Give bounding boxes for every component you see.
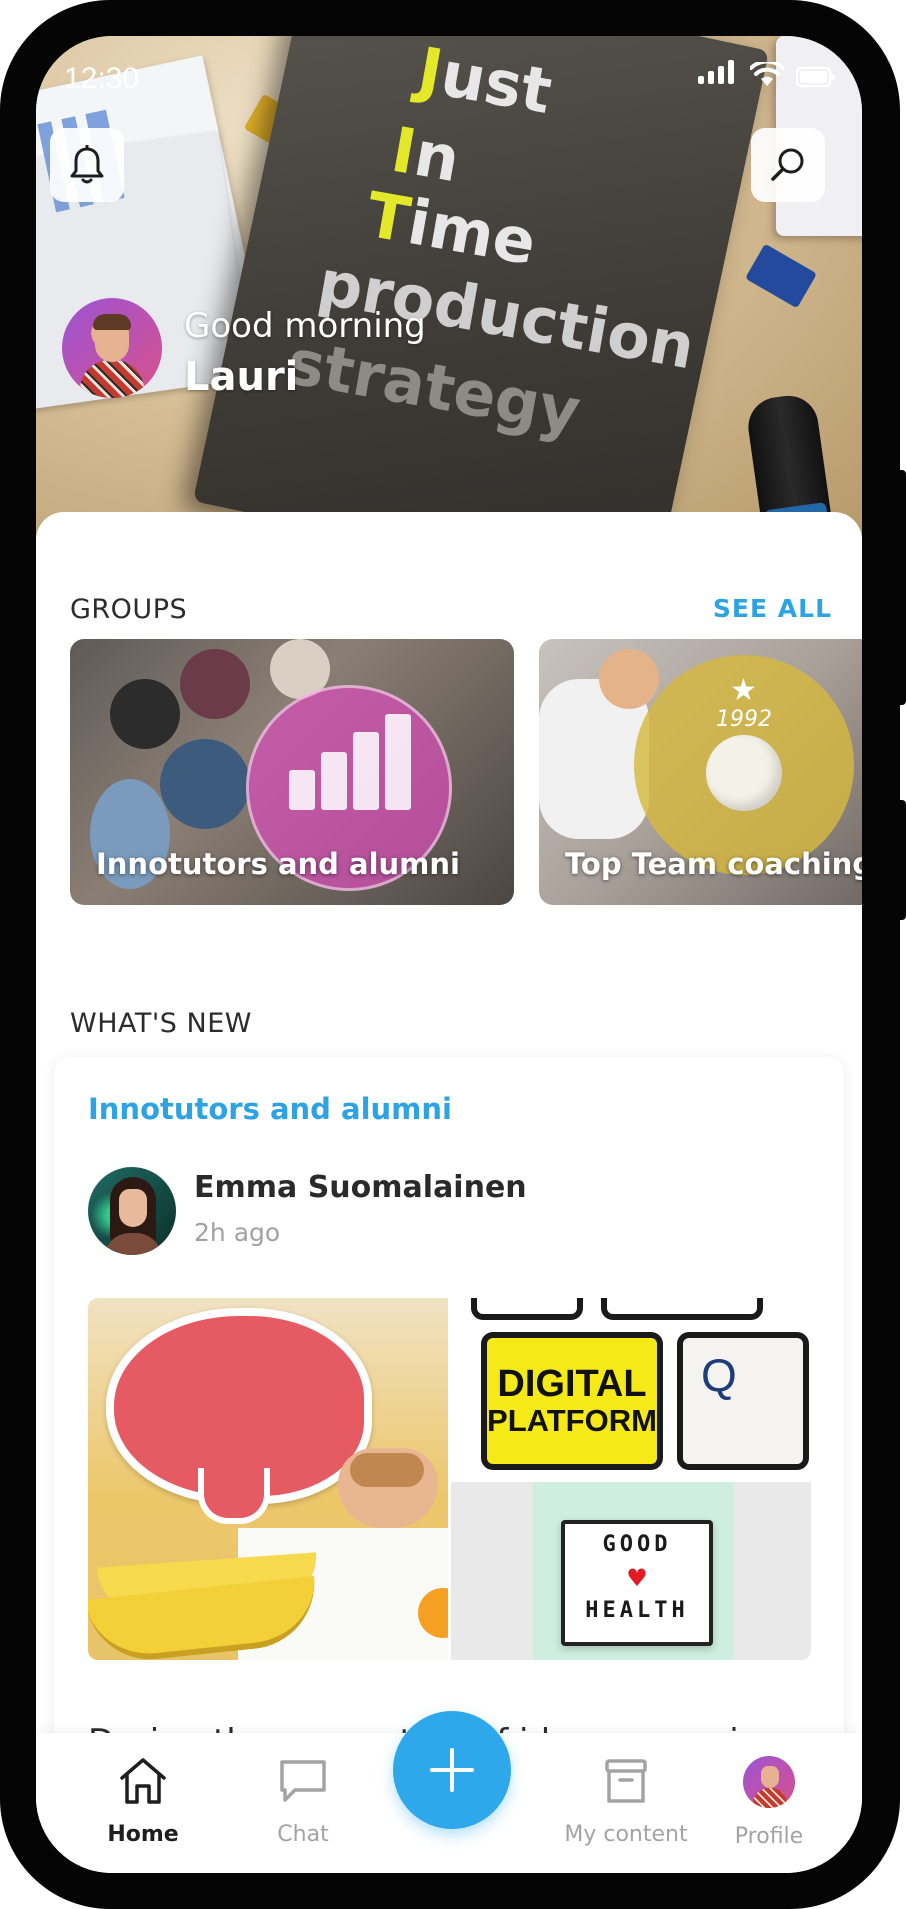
nav-profile-label: Profile	[734, 1824, 804, 1849]
heart-icon: ♥	[626, 1564, 648, 1592]
user-avatar[interactable]	[62, 298, 162, 398]
nav-home-label: Home	[107, 1822, 179, 1847]
side-button-lower	[896, 800, 906, 920]
star-icon: ★	[730, 673, 757, 708]
search-icon	[771, 148, 804, 181]
app-screen: Just In Time production strategy 12:30 G…	[36, 36, 862, 1873]
group-card-innotutors[interactable]: Innotutors and alumni	[70, 639, 514, 905]
add-button[interactable]	[393, 1711, 511, 1829]
nav-my-content[interactable]: My content	[546, 1756, 706, 1847]
wifi-icon	[750, 62, 784, 86]
digital-platform-key: DIGITAL PLATFORM	[481, 1332, 663, 1470]
post-image-digital-platform[interactable]: DIGITAL PLATFORM Q	[451, 1298, 811, 1478]
avatar	[743, 1756, 795, 1808]
nav-chat-label: Chat	[277, 1822, 329, 1847]
post-author-avatar[interactable]	[88, 1167, 176, 1255]
nav-home[interactable]: Home	[78, 1756, 208, 1847]
nav-my-content-label: My content	[564, 1822, 688, 1847]
logo-year: 1992	[716, 707, 772, 732]
group-card-top-team[interactable]: ★ 1992 Top Team coaching	[539, 639, 862, 905]
phone-device: Just In Time production strategy 12:30 G…	[0, 0, 906, 1909]
plus-icon	[430, 1748, 474, 1792]
post-timestamp: 2h ago	[194, 1218, 281, 1247]
group-photo-person	[599, 649, 659, 709]
side-button-upper	[896, 470, 906, 705]
bell-icon	[70, 145, 104, 184]
post-group-link[interactable]: Innotutors and alumni	[88, 1092, 452, 1126]
group-photo-person	[180, 649, 250, 719]
greeting-text: Good morning	[184, 306, 426, 346]
nav-profile[interactable]: Profile	[704, 1756, 834, 1849]
whats-new-title: WHAT'S NEW	[70, 1008, 252, 1039]
group-photo-person	[160, 739, 250, 829]
signal-icon	[698, 60, 738, 88]
binder-clip-blue	[745, 243, 817, 309]
home-icon	[120, 1758, 166, 1804]
chat-icon	[280, 1760, 326, 1802]
group-card-label: Innotutors and alumni	[96, 847, 460, 881]
user-name: Lauri	[184, 354, 299, 400]
q-key: Q	[677, 1332, 809, 1470]
top-team-logo: ★ 1992	[634, 655, 854, 875]
groups-title: GROUPS	[70, 594, 188, 625]
post-image-brain-food[interactable]	[88, 1298, 448, 1660]
good-health-lightbox: GOOD ♥ HEALTH	[561, 1520, 713, 1646]
floorball-icon	[706, 735, 782, 811]
hero-text-in: In	[386, 112, 466, 197]
group-card-label: Top Team coaching	[565, 847, 862, 881]
group-photo-person	[110, 679, 180, 749]
hero-banner-image: Just In Time production strategy 12:30 G…	[36, 36, 862, 536]
see-all-link[interactable]: SEE ALL	[713, 594, 832, 623]
search-button[interactable]	[751, 128, 825, 202]
status-icons	[698, 60, 836, 88]
post-author-name[interactable]: Emma Suomalainen	[194, 1170, 527, 1205]
status-time: 12:30	[64, 62, 140, 95]
box-icon	[605, 1759, 647, 1803]
post-image-good-health[interactable]: GOOD ♥ HEALTH	[451, 1482, 811, 1660]
notifications-button[interactable]	[50, 128, 124, 202]
battery-icon	[796, 66, 835, 88]
nav-chat[interactable]: Chat	[238, 1756, 368, 1847]
